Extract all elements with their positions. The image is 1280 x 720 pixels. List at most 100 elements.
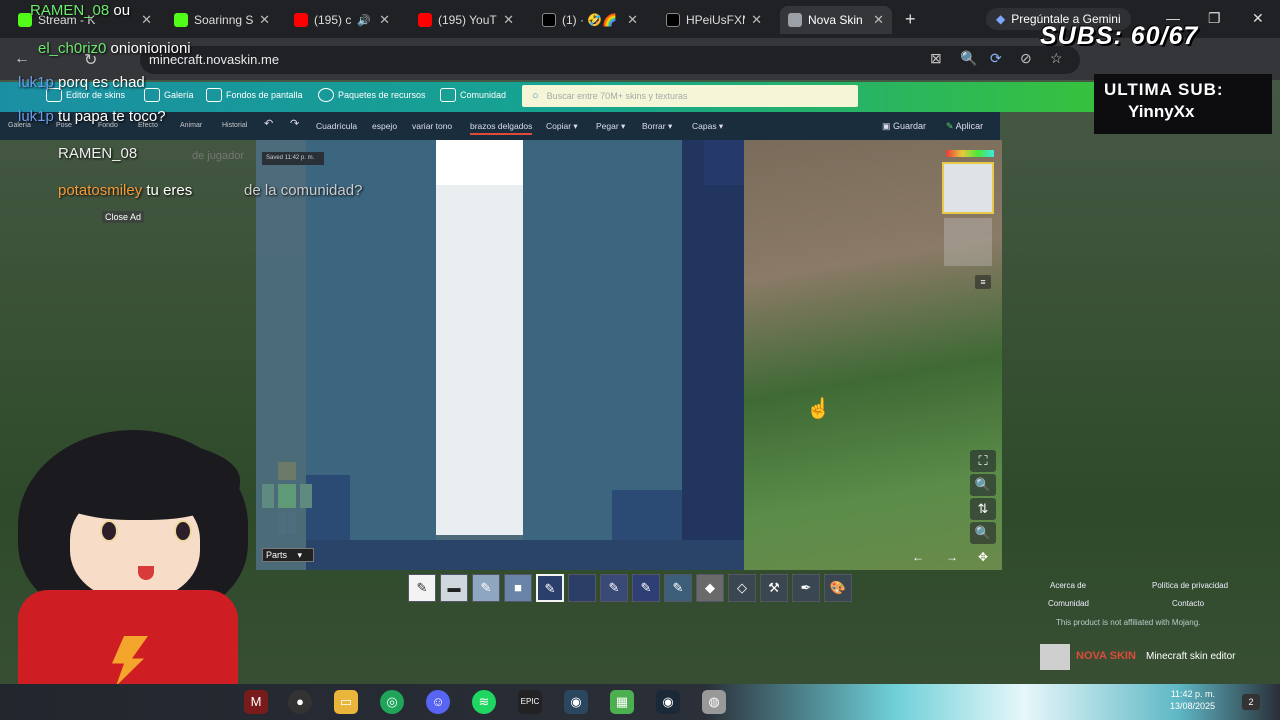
selected-pen-tool-icon[interactable]: ✎ (536, 574, 564, 602)
minecraft-icon[interactable]: ▦ (610, 690, 634, 714)
body-part-left-arm[interactable] (300, 484, 312, 508)
site-search-input[interactable]: ○ Buscar entre 70M+ skins y texturas (522, 85, 858, 107)
toolbar-slim-arms[interactable]: brazos delgados (470, 121, 533, 135)
skin-pixel-region[interactable] (436, 140, 523, 185)
fill-rect-tool-icon[interactable]: ■ (504, 574, 532, 602)
translate-icon[interactable]: ⟳ (990, 50, 1002, 67)
line-tool-icon[interactable]: ▬ (440, 574, 468, 602)
footer-contact-link[interactable]: Contacto (1172, 599, 1204, 608)
back-icon[interactable]: ← (14, 50, 30, 68)
eyedropper-icon[interactable]: ✒ (792, 574, 820, 602)
steam-icon[interactable]: ◉ (564, 690, 588, 714)
close-icon[interactable]: ✕ (503, 12, 514, 28)
footer-about-link[interactable]: Acerca de (1050, 581, 1086, 590)
zoom-icon[interactable]: 🔍 (960, 50, 977, 67)
toolbar-vary-tone[interactable]: variar tono (412, 121, 452, 131)
tab-youtube-1[interactable]: (195) c 🔊 ✕ (286, 6, 398, 34)
color-swatch-tool-icon[interactable] (568, 574, 596, 602)
skin-pixel-region[interactable] (704, 140, 744, 185)
nav-resource-packs[interactable]: Paquetes de recursos (318, 88, 426, 102)
obs-icon[interactable]: ● (288, 690, 312, 714)
swap-icon[interactable]: ⇅ (970, 498, 996, 520)
pen-navy-tool-icon[interactable]: ✎ (632, 574, 660, 602)
fullscreen-icon[interactable]: ⛶ (970, 450, 996, 472)
taskbar-clock[interactable]: 11:42 p. m. 13/08/2025 (1170, 688, 1215, 712)
install-app-icon[interactable]: ⊠ (930, 50, 942, 67)
close-icon[interactable]: ✕ (751, 12, 762, 28)
skin-pixel-region[interactable] (436, 140, 523, 535)
tab-nova-skin[interactable]: Nova Skin ✕ (780, 6, 892, 34)
parts-select[interactable]: Parts ▾ (262, 548, 314, 562)
footer-disclaimer: This product is not affiliated with Moja… (1056, 618, 1201, 627)
arrow-right-icon[interactable]: → (946, 550, 958, 564)
window-close-icon[interactable]: ✕ (1252, 10, 1264, 27)
close-icon[interactable]: ✕ (873, 12, 884, 28)
eye-off-icon[interactable]: ⊘ (1020, 50, 1032, 67)
toolbar-copy[interactable]: Copiar ▾ (546, 121, 578, 132)
footer-privacy-link[interactable]: Política de privacidad (1152, 581, 1228, 590)
menu-icon[interactable]: ≡ (975, 275, 991, 289)
discord-icon[interactable]: ☺ (426, 690, 450, 714)
tab-soarinng[interactable]: Soarinng Sl ✕ (166, 6, 278, 34)
close-icon[interactable]: ✕ (627, 12, 638, 28)
zoom-out-icon[interactable]: 🔍 (970, 522, 996, 544)
close-icon[interactable]: ✕ (379, 12, 390, 28)
toolbar-layers[interactable]: Capas ▾ (692, 121, 723, 132)
toolbar-animate[interactable]: Animar (180, 122, 202, 129)
toolbar-history[interactable]: Historial (222, 122, 247, 129)
palette-icon[interactable]: 🎨 (824, 574, 852, 602)
color-bar[interactable] (946, 150, 994, 157)
pen-dark-tool-icon[interactable]: ✎ (600, 574, 628, 602)
star-icon[interactable]: ☆ (1050, 50, 1063, 67)
save-button[interactable]: ▣ Guardar (882, 121, 926, 132)
nav-community[interactable]: Comunidad (440, 88, 506, 102)
app-icon[interactable]: M (244, 690, 268, 714)
tab-x-2[interactable]: HPeiUsFXM ✕ (658, 6, 770, 34)
arrow-left-icon[interactable]: ← (912, 550, 924, 564)
skin-pixel-region[interactable] (306, 540, 744, 570)
footer-community-link[interactable]: Comunidad (1048, 599, 1089, 608)
layer-thumbnail[interactable] (944, 218, 992, 266)
redo-icon[interactable]: ↷ (290, 117, 299, 130)
undo-icon[interactable]: ↶ (264, 117, 273, 130)
spotify-icon[interactable]: ≋ (472, 690, 496, 714)
body-part-right-arm[interactable] (262, 484, 274, 508)
chrome-icon[interactable]: ◍ (702, 690, 726, 714)
bucket-tool-icon[interactable]: ◆ (696, 574, 724, 602)
taskbar (0, 684, 1280, 720)
epic-games-icon[interactable]: EPIC (518, 690, 542, 714)
toolbar-erase[interactable]: Borrar ▾ (642, 121, 672, 132)
eraser-icon[interactable]: ◇ (728, 574, 756, 602)
notification-badge[interactable]: 2 (1242, 694, 1260, 710)
new-tab-button[interactable]: + (905, 9, 916, 30)
steam-icon-2[interactable]: ◉ (656, 690, 680, 714)
tab-x-1[interactable]: (1) · 🤣🌈 ✕ (534, 6, 646, 34)
tab-youtube-2[interactable]: (195) YouTu ✕ (410, 6, 522, 34)
pencil-tool-icon[interactable]: ✎ (408, 574, 436, 602)
avatar-eye (174, 520, 192, 542)
nav-gallery[interactable]: Galería (144, 88, 194, 102)
body-part-torso[interactable] (278, 484, 296, 508)
move-icon[interactable]: ✥ (978, 550, 988, 564)
body-part-head[interactable] (278, 462, 296, 480)
stamp-icon[interactable]: ⚒ (760, 574, 788, 602)
nav-wallpapers[interactable]: Fondos de pantalla (206, 88, 303, 102)
zoom-in-icon[interactable]: 🔍 (970, 474, 996, 496)
close-icon[interactable]: ✕ (141, 12, 152, 28)
pen-teal-tool-icon[interactable]: ✎ (664, 574, 692, 602)
restore-icon[interactable]: ❐ (1208, 10, 1221, 27)
folder-icon[interactable]: ▭ (334, 690, 358, 714)
close-icon[interactable]: ✕ (259, 12, 270, 28)
close-ad-button[interactable]: Close Ad (102, 211, 145, 223)
speaker-icon[interactable]: 🔊 (357, 14, 371, 27)
xbox-icon[interactable]: ◎ (380, 690, 404, 714)
skin-pixel-region[interactable] (682, 140, 744, 570)
body-part-left-leg[interactable] (288, 512, 296, 534)
apply-button[interactable]: ✎ Aplicar (946, 121, 983, 132)
toolbar-paste[interactable]: Pegar ▾ (596, 121, 625, 132)
brush-tool-icon[interactable]: ✎ (472, 574, 500, 602)
toolbar-grid[interactable]: Cuadrícula (316, 121, 357, 131)
toolbar-mirror[interactable]: espejo (372, 121, 397, 131)
layer-thumbnail-active[interactable] (942, 162, 994, 214)
body-part-right-leg[interactable] (278, 512, 286, 534)
